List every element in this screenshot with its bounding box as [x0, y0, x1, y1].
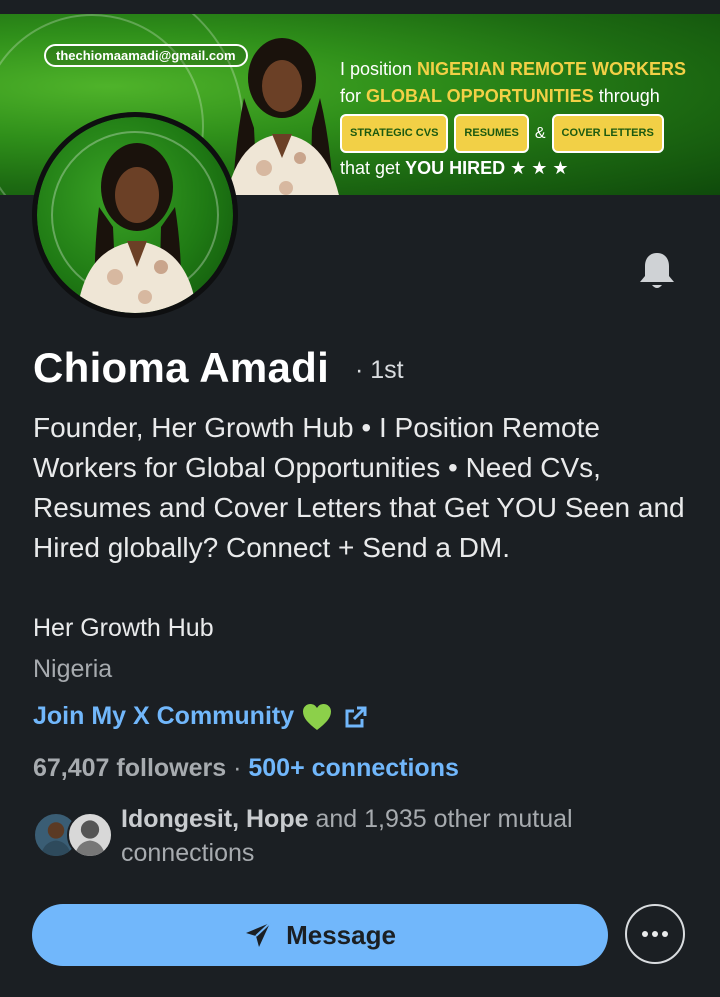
- tagline-highlight: NIGERIAN REMOTE WORKERS: [417, 59, 687, 79]
- avatar-portrait: [77, 143, 197, 313]
- mutual-avatar: [67, 812, 113, 858]
- tagline-text: through: [593, 86, 660, 106]
- message-button[interactable]: Message: [32, 904, 608, 966]
- banner-tagline: I position NIGERIAN REMOTE WORKERS for G…: [340, 56, 710, 182]
- pill-resumes: RESUMES: [454, 114, 529, 153]
- mutual-connections-text[interactable]: Idongesit, Hope and 1,935 other mutual c…: [121, 802, 641, 870]
- external-link-icon[interactable]: [344, 705, 368, 729]
- mutual-names: Idongesit, Hope: [121, 805, 309, 833]
- green-heart-icon: [303, 703, 332, 730]
- stats-separator: ·: [226, 754, 249, 782]
- mutual-avatars: [33, 806, 115, 858]
- banner-portrait: [226, 38, 339, 195]
- community-link[interactable]: Join My X Community: [33, 702, 368, 731]
- stars-icon: ★ ★ ★: [510, 158, 569, 178]
- tagline-bold: YOU HIRED: [405, 158, 506, 178]
- tagline-highlight: GLOBAL OPPORTUNITIES: [366, 86, 594, 106]
- message-button-label[interactable]: Message: [286, 920, 396, 951]
- bell-icon[interactable]: [636, 250, 678, 292]
- more-horizontal-icon: [642, 931, 668, 937]
- more-options-button[interactable]: [625, 904, 685, 964]
- mutual-connections[interactable]: Idongesit, Hope and 1,935 other mutual c…: [33, 805, 641, 874]
- connection-degree: · 1st: [355, 356, 404, 384]
- paper-plane-icon: [246, 922, 271, 947]
- tagline-text: for: [340, 86, 367, 106]
- profile-avatar[interactable]: [32, 112, 238, 318]
- followers-count: 67,407 followers: [33, 754, 227, 782]
- pill-cover-letters: COVER LETTERS: [551, 114, 664, 153]
- pill-strategic-cvs: STRATEGIC CVS: [340, 114, 449, 153]
- tagline-text: I position: [340, 59, 418, 79]
- profile-name: Chioma Amadi: [33, 344, 330, 391]
- banner-pills: STRATEGIC CVS RESUMES & COVER LETTERS: [340, 114, 710, 153]
- profile-company[interactable]: Her Growth Hub: [33, 614, 214, 643]
- status-strip: [0, 0, 720, 14]
- profile-stats: 67,407 followers · 500+ connections: [33, 754, 459, 783]
- profile-location: Nigeria: [33, 655, 113, 683]
- community-link-label[interactable]: Join My X Community: [33, 702, 294, 731]
- profile-headline: Founder, Her Growth Hub • I Position Rem…: [33, 412, 685, 563]
- tagline-text: that get: [340, 158, 406, 178]
- ampersand: &: [534, 125, 546, 142]
- connections-link[interactable]: 500+ connections: [248, 754, 459, 782]
